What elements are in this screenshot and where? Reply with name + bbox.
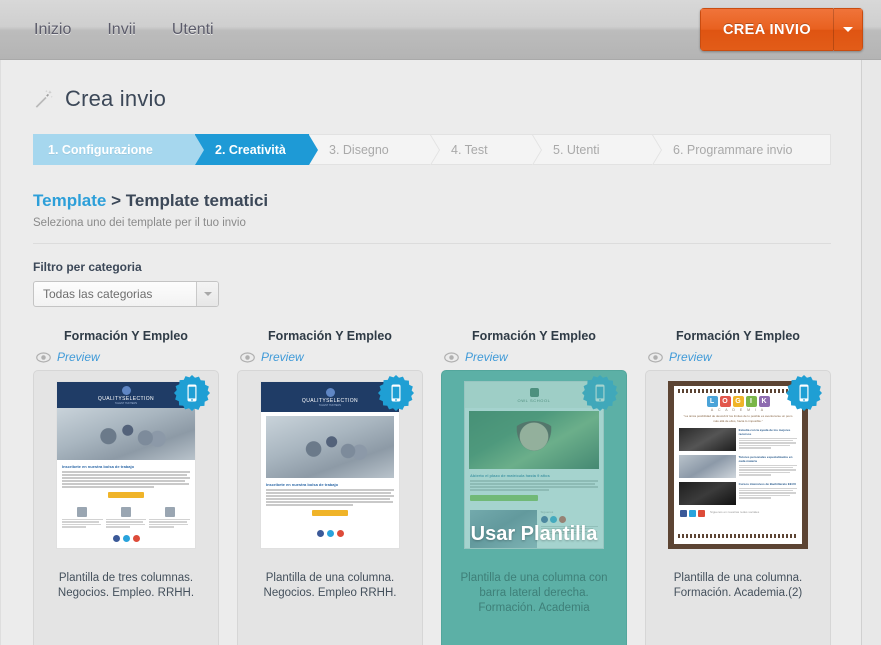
step-arrow — [430, 135, 439, 165]
step-label: 5. Utenti — [553, 142, 600, 157]
template-description: Plantilla de una columna. Negocios. Empl… — [263, 572, 397, 599]
nav-links: Inizio Invii Utenti — [0, 21, 214, 38]
step-label: 3. Disegno — [329, 142, 389, 157]
breadcrumb-link-template[interactable]: Template — [33, 191, 106, 210]
template-column-1: Formación Y Empleo Preview QUALITYSELECT… — [33, 329, 219, 645]
eye-icon — [240, 351, 255, 363]
template-title: Formación Y Empleo — [64, 329, 188, 343]
template-description: Plantilla de una columna. Formación. Aca… — [673, 572, 803, 599]
mobile-icon — [378, 375, 414, 411]
step-wizard: 1. Configurazione 2. Creatività 3. Diseg… — [33, 134, 831, 165]
template-thumbnail: QUALITYSELECTION TALENT HUNTERS Inscríbet… — [260, 375, 414, 549]
step-label: 6. Programmare invio — [673, 142, 793, 157]
template-description: Plantilla de tres columnas. Negocios. Em… — [57, 572, 195, 599]
step-arrow — [532, 135, 541, 165]
page-title-text: Crea invio — [65, 86, 167, 111]
preview-label: Preview — [465, 350, 508, 364]
top-navigation-bar: Inizio Invii Utenti CREA INVIO — [0, 0, 881, 60]
chevron-down-icon — [843, 27, 853, 32]
mobile-icon — [786, 375, 822, 411]
category-filter-select[interactable]: Todas las categorias — [33, 281, 219, 307]
template-title: Formación Y Empleo — [676, 329, 800, 343]
nav-item-invii[interactable]: Invii — [107, 21, 135, 38]
step-arrow — [194, 135, 203, 165]
mobile-icon — [582, 375, 618, 411]
template-card[interactable]: L O G I K A C A D E M I A "La única posi… — [645, 370, 831, 645]
step-4-test[interactable]: 4. Test — [431, 134, 542, 165]
template-card[interactable]: OWL SCHOOL Abierto el plazo de matrícula… — [441, 370, 627, 645]
step-label: 1. Configurazione — [48, 142, 153, 157]
mobile-icon — [174, 375, 210, 411]
template-preview-link[interactable]: Preview — [441, 350, 627, 364]
template-preview-link[interactable]: Preview — [645, 350, 831, 364]
step-6-programmare-invio[interactable]: 6. Programmare invio — [653, 134, 831, 165]
page-title: Crea invio — [33, 86, 831, 112]
template-card[interactable]: QUALITYSELECTION TALENT HUNTERS Inscríbet… — [237, 370, 423, 645]
template-column-4: Formación Y Empleo Preview L O G I K A C… — [645, 329, 831, 645]
preview-label: Preview — [669, 350, 712, 364]
template-thumbnail: L O G I K A C A D E M I A "La única posi… — [668, 375, 822, 549]
create-send-button-group: CREA INVIO — [699, 8, 863, 51]
template-grid: Formación Y Empleo Preview QUALITYSELECT… — [33, 329, 831, 645]
step-3-disegno[interactable]: 3. Disegno — [309, 134, 440, 165]
nav-item-inizio[interactable]: Inizio — [34, 21, 71, 38]
step-label: 4. Test — [451, 142, 488, 157]
filter-label: Filtro per categoria — [33, 260, 142, 274]
crea-invio-button[interactable]: CREA INVIO — [699, 8, 833, 51]
template-column-2: Formación Y Empleo Preview QUALITYSELECT… — [237, 329, 423, 645]
template-description: Plantilla de una columna con barra later… — [460, 572, 608, 614]
template-card[interactable]: QUALITYSELECTION TALENT HUNTERS Inscríbet… — [33, 370, 219, 645]
step-arrow — [308, 135, 317, 165]
eye-icon — [36, 351, 51, 363]
caret-down-icon — [196, 282, 218, 306]
template-preview-link[interactable]: Preview — [237, 350, 423, 364]
breadcrumb: Template > Template tematici — [33, 191, 831, 211]
template-title: Formación Y Empleo — [268, 329, 392, 343]
nav-item-utenti[interactable]: Utenti — [172, 21, 214, 38]
template-thumbnail: OWL SCHOOL Abierto el plazo de matrícula… — [464, 375, 618, 549]
crea-invio-dropdown-button[interactable] — [833, 8, 863, 51]
step-5-utenti[interactable]: 5. Utenti — [533, 134, 662, 165]
template-preview-link[interactable]: Preview — [33, 350, 219, 364]
magic-wand-icon — [35, 89, 53, 108]
breadcrumb-subtitle: Seleziona uno dei template per il tuo in… — [33, 217, 831, 244]
breadcrumb-separator: > — [111, 191, 122, 210]
category-filter-value: Todas las categorias — [43, 287, 153, 301]
step-label: 2. Creatività — [215, 142, 286, 157]
step-2-creativita[interactable]: 2. Creatività — [195, 134, 318, 165]
step-arrow — [652, 135, 661, 165]
template-column-3: Formación Y Empleo Preview OWL SCHOOL Ab… — [441, 329, 627, 645]
eye-icon — [444, 351, 459, 363]
breadcrumb-current: Template tematici — [125, 191, 269, 210]
preview-label: Preview — [261, 350, 304, 364]
page-container: Crea invio 1. Configurazione 2. Creativi… — [0, 60, 862, 645]
eye-icon — [648, 351, 663, 363]
template-thumbnail: QUALITYSELECTION TALENT HUNTERS Inscríbet… — [56, 375, 210, 549]
template-title: Formación Y Empleo — [472, 329, 596, 343]
step-1-configurazione[interactable]: 1. Configurazione — [33, 134, 204, 165]
preview-label: Preview — [57, 350, 100, 364]
